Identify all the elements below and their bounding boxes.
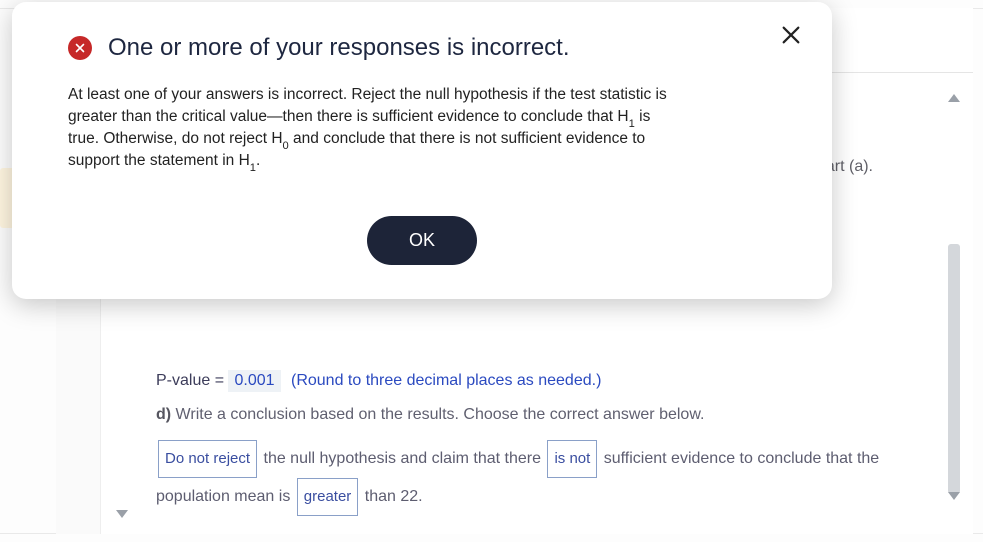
close-icon: [780, 24, 802, 46]
modal-header: One or more of your responses is incorre…: [68, 34, 776, 62]
vertical-scrollbar[interactable]: [947, 80, 961, 506]
conclusion-text-3: than 22.: [360, 488, 422, 505]
page-down-control[interactable]: [116, 510, 132, 522]
close-button[interactable]: [780, 24, 808, 52]
scroll-down-icon[interactable]: [948, 492, 960, 500]
chevron-down-icon: [116, 510, 128, 518]
p-value-hint: (Round to three decimal places as needed…: [291, 372, 601, 389]
feedback-modal: One or more of your responses is incorre…: [12, 2, 832, 299]
modal-actions: OK: [68, 216, 776, 265]
modal-title: One or more of your responses is incorre…: [108, 34, 570, 62]
body-p1: At least one of your answers is incorrec…: [68, 86, 667, 125]
body-sub0: 0: [283, 140, 289, 152]
conclusion-text-1: the null hypothesis and claim that there: [259, 450, 545, 467]
conclusion-select-2[interactable]: is not: [547, 440, 597, 478]
conclusion-select-3[interactable]: greater: [297, 478, 359, 516]
modal-body: At least one of your answers is incorrec…: [68, 84, 680, 172]
body-sub1b: 1: [250, 162, 256, 174]
p-value-line: P-value = 0.001 (Round to three decimal …: [156, 370, 601, 392]
question-d-text: Write a conclusion based on the results.…: [171, 406, 704, 423]
body-sub1: 1: [629, 118, 635, 130]
question-d-label: d): [156, 406, 171, 423]
body-p4: .: [256, 152, 260, 169]
p-value-input[interactable]: 0.001: [228, 370, 280, 392]
scroll-up-icon[interactable]: [948, 94, 960, 102]
conclusion-sentence: Do not reject the null hypothesis and cl…: [156, 440, 943, 516]
conclusion-select-1[interactable]: Do not reject: [158, 440, 257, 478]
p-value-label: P-value =: [156, 372, 228, 389]
question-d: d) Write a conclusion based on the resul…: [156, 406, 943, 424]
scroll-thumb[interactable]: [948, 244, 960, 494]
app-stage: s in part (a). P-value = 0.001 (Round to…: [0, 0, 983, 542]
error-icon: [68, 36, 92, 60]
frame-bottom: [0, 533, 983, 542]
ok-button[interactable]: OK: [367, 216, 477, 265]
